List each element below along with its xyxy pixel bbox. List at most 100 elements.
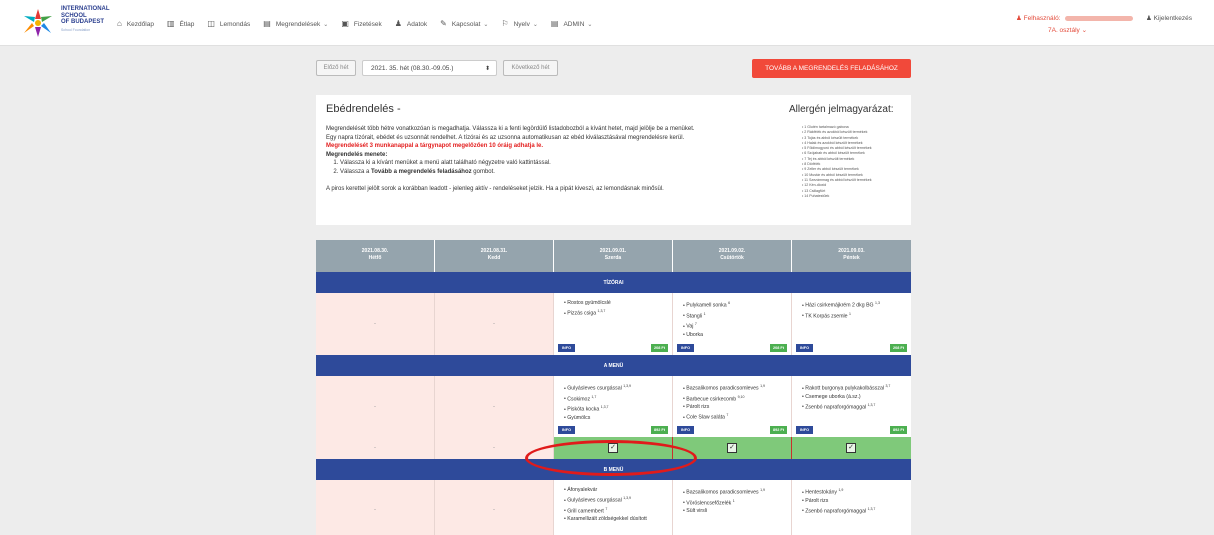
menu-cell: Hentestokány 1,9Párolt rizsZsenbó napraf… xyxy=(792,480,911,535)
nav-adatok[interactable]: ♟ Adatok xyxy=(395,20,427,28)
menu-cell: Bazsalikomos paradicsomleves 1,9Vöröslen… xyxy=(673,480,792,535)
day-header: 2021.08.30. Hétfő xyxy=(316,240,435,272)
school-logo-icon[interactable] xyxy=(18,6,58,40)
allergen-codes: 1,3,7 xyxy=(600,405,609,410)
info-title: Ebédrendelés - xyxy=(326,103,401,115)
menu-items: Bazsalikomos paradicsomleves 1,9Barbecue… xyxy=(673,376,791,422)
menu-item: Pizzás csiga 1,3,7 xyxy=(564,307,672,318)
info-button[interactable]: INFO xyxy=(558,344,575,352)
menu-item: TK Korpás zsemle 1 xyxy=(802,310,911,321)
menu-item: Vöröslencsefőzelék 1 xyxy=(683,497,791,508)
menu-cell: Bazsalikomos paradicsomleves 1,9Barbecue… xyxy=(673,376,792,437)
nav-étlap[interactable]: ▥ Étlap xyxy=(167,20,194,28)
day-header-row: 2021.08.30. Hétfő 2021.08.31. Kedd 2021.09.0… xyxy=(316,240,911,272)
order-checkbox[interactable]: ✓ xyxy=(727,443,737,453)
menu-item: Csokimoz 1,7 xyxy=(564,393,672,404)
menu-item: Grill camembert 7 xyxy=(564,505,672,516)
price-badge: 892 Ft xyxy=(890,426,907,434)
chevron-down-icon: ⌄ xyxy=(532,21,538,28)
nav-kezdőlap[interactable]: ⌂ Kezdőlap xyxy=(117,20,154,28)
top-navbar: INTERNATIONAL SCHOOL OF BUDAPEST School … xyxy=(0,0,1214,46)
edit-icon: ✎ xyxy=(440,19,447,28)
menu-items: Pulykamell sonka 6Stangli 1Vaj 7Uborka xyxy=(673,293,791,339)
school-name: INTERNATIONAL SCHOOL OF BUDAPEST School … xyxy=(61,6,110,32)
allergen-codes: 6 xyxy=(728,301,731,305)
info-button[interactable]: INFO xyxy=(677,344,694,352)
menu-row: - - Rostos gyümölcsléPizzás csiga 1,3,7 INF… xyxy=(316,293,911,355)
menu-items: Házi csirkemájkrém 2 dkg BG 1,3TK Korpás… xyxy=(792,293,911,320)
menu-item: Barbecue csirkecomb 9,10 xyxy=(683,393,791,404)
day-date: 2021.09.02. xyxy=(718,248,746,254)
nav-admin[interactable]: ▤ ADMIN ⌄ xyxy=(551,20,593,28)
menu-cell: Rostos gyümölcsléPizzás csiga 1,3,7 INFO 2… xyxy=(554,293,673,355)
prev-week-button[interactable]: Előző hét xyxy=(316,60,356,76)
info-button[interactable]: INFO xyxy=(796,344,813,352)
next-week-button[interactable]: Következő hét xyxy=(503,60,558,76)
day-date: 2021.09.03. xyxy=(838,248,865,254)
menu-item: Házi csirkemájkrém 2 dkg BG 1,3 xyxy=(802,299,911,310)
nav-label: Fizetések xyxy=(353,20,382,28)
flag-icon: ⚐ xyxy=(501,19,509,28)
menu-cell: - xyxy=(435,480,554,535)
user-icon: ♟ xyxy=(394,19,402,28)
user-menu[interactable]: ♟ Felhasználó: 7A. osztály ⌄ xyxy=(1016,14,1133,34)
steps-list: Válassza ki a kívánt menüket a menü alat… xyxy=(340,159,766,176)
empty-marker: - xyxy=(493,321,495,327)
menu-cell: - xyxy=(316,293,435,355)
allergen-codes: 1 xyxy=(732,498,735,503)
order-checkbox[interactable]: ✓ xyxy=(846,443,856,453)
menu-cell: - xyxy=(316,480,435,535)
allergen-codes: 3,7 xyxy=(885,384,891,388)
week-select[interactable]: 2021. 35. hét (08.30.-09.05.) ⬍ xyxy=(362,60,497,76)
menu-item: Csemege uborka (á.sz.) xyxy=(802,393,911,401)
menu-item: Zsenbó napraforgómaggal 1,3,7 xyxy=(802,401,911,412)
nav-kapcsolat[interactable]: ✎ Kapcsolat ⌄ xyxy=(440,20,488,28)
nav-label: Megrendelések xyxy=(275,20,321,28)
menu-item: Piskóta kocka 1,3,7 xyxy=(564,403,672,414)
user-class: 7A. osztály ⌄ xyxy=(1048,27,1088,34)
menu-row: - - ÁfonyalekvárGulyásleves csurgással 1,3… xyxy=(316,480,911,535)
map-icon: ▥ xyxy=(166,19,175,28)
menu-item: Hentestokány 1,9 xyxy=(802,486,911,497)
day-header: 2021.09.01. Szerda xyxy=(554,240,673,272)
allergen-codes: 7 xyxy=(726,413,729,418)
allergen-item: 2 Rákfélék és azokból készült termékek xyxy=(802,130,872,135)
allergen-codes: 1 xyxy=(703,311,706,316)
nav-megrendelések[interactable]: ▤ Megrendelések ⌄ xyxy=(263,20,328,28)
nav-fizetések[interactable]: ▣ Fizetések xyxy=(341,20,381,28)
proceed-order-button[interactable]: TOVÁBB A MEGRENDELÉS FELADÁSÁHOZ xyxy=(752,59,911,78)
menu-item: Zsenbó napraforgómaggal 1,3,7 xyxy=(802,505,911,516)
nav-label: Kezdőlap xyxy=(126,20,154,28)
empty-marker: - xyxy=(493,403,495,410)
deadline-warning: Megrendelését 3 munkanappal a tárgynapot… xyxy=(326,143,544,150)
menu-item: Karamellizált zöldségekkel dúsított xyxy=(564,515,672,523)
menu-cell: - xyxy=(435,293,554,355)
red-ellipse-annotation xyxy=(525,440,697,476)
nav-lemondás[interactable]: ◫ Lemondás xyxy=(207,20,250,28)
admin-icon: ▤ xyxy=(550,19,559,28)
chevron-down-icon: ⌄ xyxy=(587,21,593,28)
menu-cell: Rakott burgonya pulykakolbásszal 3,7Csem… xyxy=(792,376,911,437)
day-header: 2021.09.02. Csütörtök xyxy=(673,240,792,272)
info-button[interactable]: INFO xyxy=(796,426,813,434)
menu-cell: Házi csirkemájkrém 2 dkg BG 1,3TK Korpás… xyxy=(792,293,911,355)
empty-marker: - xyxy=(493,507,495,513)
info-button[interactable]: INFO xyxy=(558,426,575,434)
allergen-codes: 1,3,7 xyxy=(867,506,876,511)
info-panel: Ebédrendelés - Megrendelését több hétre … xyxy=(316,95,911,225)
book-icon: ◫ xyxy=(207,19,215,28)
nav-nyelv[interactable]: ⚐ Nyelv ⌄ xyxy=(501,20,537,28)
allergen-item: 6 Szójabab és abból készült termékek xyxy=(802,151,872,156)
allergen-codes: 7 xyxy=(694,322,697,327)
allergen-codes: 1,3,7 xyxy=(597,309,606,313)
checkbox-cell[interactable]: ✓ xyxy=(792,437,911,459)
nav-label: Nyelv xyxy=(513,20,530,28)
chevron-down-icon: ⌄ xyxy=(323,21,329,28)
logout-link[interactable]: ♟ Kijelentkezés xyxy=(1146,14,1192,22)
checkbox-cell: - xyxy=(316,437,435,459)
price-badge: 208 Ft xyxy=(770,344,787,352)
day-name: Szerda xyxy=(604,255,622,261)
allergen-codes: 1,7 xyxy=(591,394,597,399)
main-nav: ⌂ Kezdőlap ▥ Étlap ◫ Lemondás ▤ Megrendelések ⌄ ▣… xyxy=(117,18,605,30)
info-button[interactable]: INFO xyxy=(677,426,694,434)
